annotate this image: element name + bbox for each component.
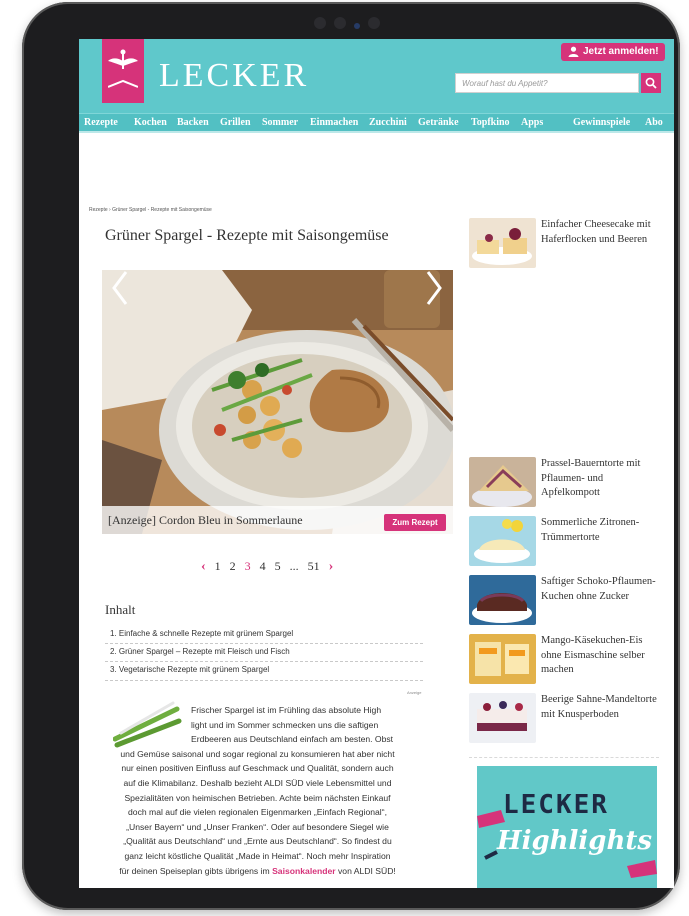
- pagination-prev[interactable]: ‹: [201, 559, 206, 575]
- breadcrumb[interactable]: Rezepte › Grüner Spargel - Rezepte mit S…: [89, 207, 212, 213]
- nav-item-kochen[interactable]: Kochen: [134, 117, 167, 128]
- recipe-title[interactable]: Prassel-Bauerntorte mit Pflaumen- und Ap…: [541, 457, 659, 501]
- body-line: und Gemüse saisonal und sogar regional z…: [120, 748, 395, 759]
- search-button[interactable]: [641, 73, 661, 93]
- page-link-2[interactable]: 2: [230, 559, 236, 574]
- sidebar-divider: [469, 757, 659, 758]
- login-button[interactable]: Jetzt anmelden!: [561, 43, 665, 61]
- nav-item-rezepte[interactable]: Rezepte: [84, 117, 118, 128]
- body-text-pre: für deinen Speiseplan gibts übrigens im: [119, 865, 270, 876]
- recipe-thumbnail: [469, 516, 536, 566]
- nav-item-abo[interactable]: Abo: [645, 117, 663, 128]
- hero-image: [102, 270, 453, 534]
- body-line: auf die Klimabilanz. Deshalb bezieht ALD…: [123, 777, 392, 788]
- page-title: Grüner Spargel - Rezepte mit Saisongemüs…: [105, 227, 389, 244]
- toc-item[interactable]: 1. Einfache & schnelle Rezepte mit grüne…: [110, 629, 293, 638]
- recipe-thumbnail: [469, 634, 536, 684]
- user-icon: [568, 46, 579, 57]
- pagination: ‹ 1 2 3 4 5 ... 51 ›: [201, 559, 339, 575]
- recipe-thumbnail: [469, 693, 536, 743]
- page-ellipsis: ...: [289, 559, 299, 573]
- search-icon: [645, 77, 657, 89]
- hero-caption-text[interactable]: [Anzeige] Cordon Bleu in Sommerlaune: [108, 513, 303, 528]
- banner-subtitle: Highlights: [497, 826, 653, 856]
- nav-item-getraenke[interactable]: Getränke: [418, 117, 459, 128]
- intro-line: light und im Sommer schmecken uns die sa…: [191, 719, 379, 730]
- page-link-1[interactable]: 1: [215, 559, 221, 574]
- lecker-highlights-banner[interactable]: LECKER Highlights: [477, 766, 657, 888]
- page-link-current[interactable]: 3: [245, 559, 251, 574]
- recipe-title[interactable]: Beerige Sahne-Mandeltorte mit Knusperbod…: [541, 693, 659, 722]
- nav-item-apps[interactable]: Apps: [521, 117, 543, 128]
- page-link-4[interactable]: 4: [260, 559, 266, 574]
- body-text-post: von ALDI SÜD!: [338, 865, 396, 876]
- body-line: Spezialitäten von heimischen Betrieben. …: [124, 792, 391, 803]
- recipe-title[interactable]: Sommerliche Zitronen-Trümmertorte: [541, 516, 659, 545]
- logo-badge[interactable]: [102, 39, 144, 103]
- ad-label: Anzeige: [407, 690, 422, 695]
- article-body: Frischer Spargel ist im Frühling das abs…: [91, 703, 424, 878]
- toc-divider: [105, 661, 423, 662]
- whisk-wings-icon: [108, 49, 138, 88]
- recipe-thumbnail: [469, 218, 536, 268]
- browser-viewport: LECKER Jetzt anmelden! Worauf hast du Ap…: [79, 39, 674, 888]
- recipe-thumbnail: [469, 457, 536, 507]
- banner-title: LECKER: [503, 790, 609, 820]
- body-line: ganz leicht köstliche Qualität „Made in …: [124, 850, 391, 861]
- hero-caption: [Anzeige] Cordon Bleu in Sommerlaune Zum…: [102, 506, 453, 534]
- site-header: LECKER Jetzt anmelden! Worauf hast du Ap…: [79, 39, 674, 113]
- body-line: „Unser Bayern“ und „Unser Franken“. Oder…: [126, 821, 389, 832]
- tablet-frame: LECKER Jetzt anmelden! Worauf hast du Ap…: [22, 2, 680, 910]
- page-link-last[interactable]: 51: [308, 559, 320, 574]
- toc-divider: [105, 680, 423, 681]
- to-recipe-button[interactable]: Zum Rezept: [384, 514, 446, 531]
- body-line: „Qualität aus Deutschland“ und „Ernte au…: [123, 836, 392, 847]
- body-line-last: für deinen Speiseplan gibts übrigens im …: [91, 864, 424, 879]
- page-link-5[interactable]: 5: [275, 559, 281, 574]
- body-line: nur einen positiven Einfluss auf Geschma…: [121, 763, 394, 774]
- toc-title: Inhalt: [105, 602, 136, 617]
- toc-divider: [105, 643, 423, 644]
- toc-item[interactable]: 2. Grüner Spargel – Rezepte mit Fleisch …: [110, 647, 290, 656]
- saisonkalender-link[interactable]: Saisonkalender: [272, 866, 336, 876]
- recipe-thumbnail: [469, 575, 536, 625]
- nav-item-einmachen[interactable]: Einmachen: [310, 117, 358, 128]
- recipe-title[interactable]: Saftiger Schoko-Pflaumen-Kuchen ohne Zuc…: [541, 575, 659, 604]
- hero-slider[interactable]: [Anzeige] Cordon Bleu in Sommerlaune Zum…: [102, 270, 453, 534]
- nav-divider: [79, 131, 674, 133]
- slider-next-icon[interactable]: [424, 270, 444, 306]
- logo-text[interactable]: LECKER: [159, 57, 309, 95]
- intro-line: Erdbeeren aus Deutschland einfach am bes…: [191, 734, 394, 745]
- toc-item[interactable]: 3. Vegetarische Rezepte mit grünem Sparg…: [110, 665, 269, 674]
- search-placeholder: Worauf hast du Appetit?: [462, 79, 548, 88]
- search-input[interactable]: Worauf hast du Appetit?: [455, 73, 639, 93]
- nav-item-backen[interactable]: Backen: [177, 117, 209, 128]
- pagination-next[interactable]: ›: [329, 559, 334, 575]
- nav-item-sommer[interactable]: Sommer: [262, 117, 298, 128]
- nav-item-gewinnspiele[interactable]: Gewinnspiele: [573, 117, 630, 128]
- login-label: Jetzt anmelden!: [583, 46, 659, 57]
- intro-line: Frischer Spargel ist im Frühling das abs…: [191, 705, 382, 715]
- recipe-title[interactable]: Einfacher Cheesecake mit Haferflocken un…: [541, 218, 659, 247]
- nav-item-topfkino[interactable]: Topfkino: [471, 117, 510, 128]
- recipe-title[interactable]: Mango-Käsekuchen-Eis ohne Eismaschine se…: [541, 634, 659, 678]
- camera-icon: [314, 16, 388, 29]
- main-nav: Rezepte Kochen Backen Grillen Sommer Ein…: [79, 113, 674, 132]
- nav-item-grillen[interactable]: Grillen: [220, 117, 251, 128]
- slider-prev-icon[interactable]: [110, 270, 130, 306]
- body-line: doch mal auf die vielen regionalen Eigen…: [128, 807, 387, 818]
- nav-item-zucchini[interactable]: Zucchini: [369, 117, 407, 128]
